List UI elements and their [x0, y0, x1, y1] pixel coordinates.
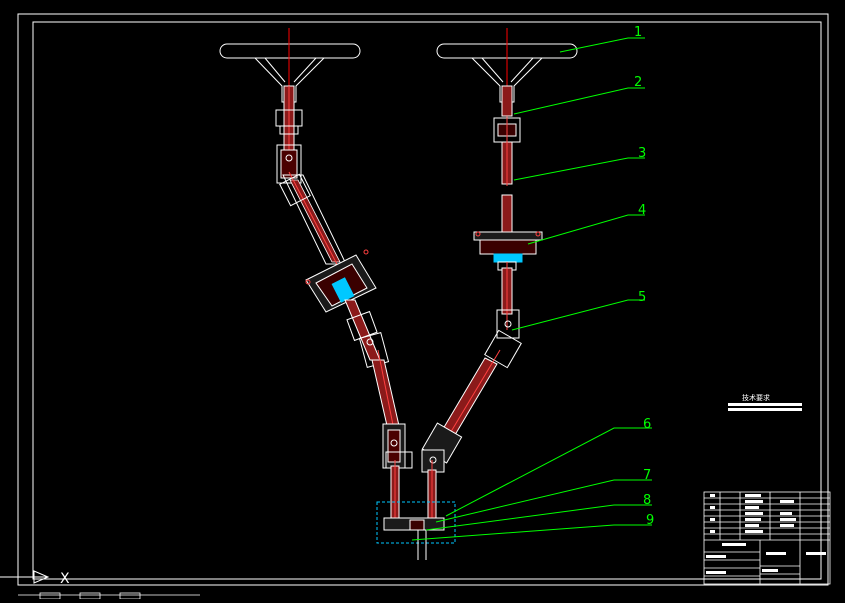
left-lower-universal-joint [382, 423, 413, 469]
callout-4: 4 [638, 203, 646, 218]
inner-frame [32, 21, 822, 580]
callout-6: 6 [643, 417, 651, 432]
right-intermediate-support [473, 231, 543, 271]
callout-numbers: 1 2 3 4 5 6 7 8 9 [634, 25, 654, 528]
axis-x-label: X [60, 571, 70, 587]
callout-3: 3 [638, 146, 646, 161]
left-diagonal-upper-shaft [279, 171, 347, 271]
callout-7: 7 [643, 468, 651, 483]
callout-1: 1 [634, 25, 642, 40]
callout-9: 9 [646, 513, 654, 528]
left-diagonal-middle-shaft [344, 299, 390, 368]
title-block-rows [704, 497, 830, 577]
outer-frame [17, 13, 829, 586]
callout-8: 8 [643, 493, 651, 508]
cad-drawing-canvas[interactable]: 1 2 3 4 5 6 7 8 9 技术要求 X [0, 0, 845, 600]
callout-2: 2 [634, 75, 642, 90]
right-lower-column [484, 262, 522, 369]
lower-output-shafts [390, 460, 437, 525]
steering-assembly-drawing: 1 2 3 4 5 6 7 8 9 技术要求 X [0, 13, 831, 600]
left-upper-column [275, 85, 303, 184]
left-intermediate-support [305, 249, 377, 313]
right-upper-column [493, 85, 521, 234]
steering-gearbox [376, 501, 456, 560]
bottom-tab-strip [18, 592, 200, 600]
callout-5: 5 [638, 290, 646, 305]
technical-requirements: 技术要求 [728, 393, 802, 411]
callout-leaders [411, 37, 652, 541]
tech-requirements-label: 技术要求 [742, 393, 770, 402]
